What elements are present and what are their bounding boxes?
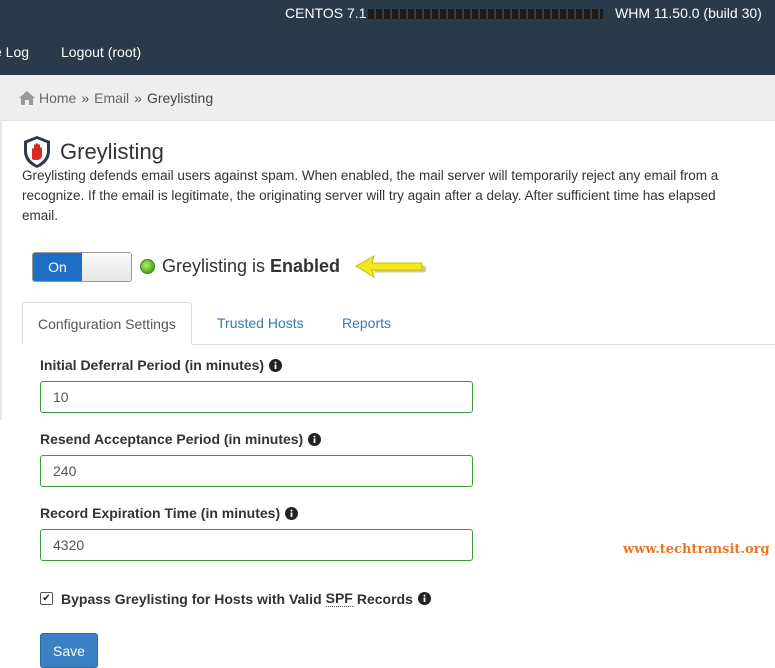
initial-deferral-label: Initial Deferral Period (in minutes) [40, 357, 283, 373]
info-icon[interactable] [308, 432, 322, 446]
resend-acceptance-label: Resend Acceptance Period (in minutes) [40, 431, 322, 447]
greylisting-toggle[interactable]: On [32, 252, 132, 282]
nav-change-log-link[interactable]: e Log [0, 44, 29, 60]
bypass-spf-option: ✔ Bypass Greylisting for Hosts with Vali… [40, 590, 431, 607]
toggle-handle [82, 253, 131, 281]
info-icon[interactable] [269, 358, 283, 372]
description-line: Greylisting defends email users against … [22, 168, 719, 183]
status-indicator-icon [140, 259, 155, 274]
spf-abbreviation: SPF [325, 590, 353, 607]
status-value: Enabled [270, 256, 341, 276]
tab-configuration-settings[interactable]: Configuration Settings [22, 302, 192, 345]
shield-hand-icon [24, 135, 50, 168]
breadcrumb-email[interactable]: Email [94, 90, 129, 106]
os-version: CENTOS 7.1 [285, 5, 367, 21]
description-line: email. [22, 208, 59, 223]
home-icon [19, 91, 35, 105]
bypass-label-suffix: Records [356, 590, 413, 607]
whm-version: WHM 11.50.0 (build 30) [615, 5, 762, 21]
resend-acceptance-input[interactable] [40, 455, 473, 487]
breadcrumb-separator: » [134, 90, 142, 106]
redacted-hostname [368, 9, 604, 20]
toggle-on-label: On [33, 253, 82, 281]
field-label-text: Initial Deferral Period (in minutes) [40, 357, 265, 373]
tab-reports[interactable]: Reports [327, 302, 406, 344]
info-icon[interactable] [417, 592, 431, 605]
left-border [0, 120, 2, 420]
status-text: Greylisting is Enabled [162, 256, 340, 277]
logout-link[interactable]: Logout (root) [61, 44, 141, 60]
bypass-spf-checkbox[interactable]: ✔ [40, 592, 53, 605]
watermark: www.techtransit.org [623, 542, 770, 557]
breadcrumb: Home » Email » Greylisting [19, 90, 213, 106]
initial-deferral-input[interactable] [40, 381, 473, 413]
field-label-text: Record Expiration Time (in minutes) [40, 505, 281, 521]
status-prefix: Greylisting is [162, 256, 271, 276]
settings-tabs: Configuration Settings Trusted Hosts Rep… [22, 302, 775, 345]
annotation-arrow-icon [355, 254, 426, 279]
breadcrumb-home[interactable]: Home [39, 90, 76, 106]
breadcrumb-current: Greylisting [146, 90, 214, 106]
tab-trusted-hosts[interactable]: Trusted Hosts [202, 302, 319, 344]
save-button[interactable]: Save [40, 633, 98, 668]
bypass-label-prefix: Bypass Greylisting for Hosts with Valid [61, 590, 322, 607]
record-expiration-input[interactable] [40, 529, 473, 561]
description-line: recognize. If the email is legitimate, t… [22, 188, 716, 203]
breadcrumb-bar: Home » Email » Greylisting [0, 75, 775, 121]
field-label-text: Resend Acceptance Period (in minutes) [40, 431, 304, 447]
page-description: Greylisting defends email users against … [22, 166, 775, 226]
breadcrumb-separator: » [81, 90, 90, 106]
server-info: CENTOS 7.1 [285, 5, 604, 21]
record-expiration-label: Record Expiration Time (in minutes) [40, 505, 299, 521]
info-icon[interactable] [285, 506, 299, 520]
top-header: CENTOS 7.1 WHM 11.50.0 (build 30) e Log … [0, 0, 775, 75]
page-title: Greylisting [60, 138, 164, 164]
